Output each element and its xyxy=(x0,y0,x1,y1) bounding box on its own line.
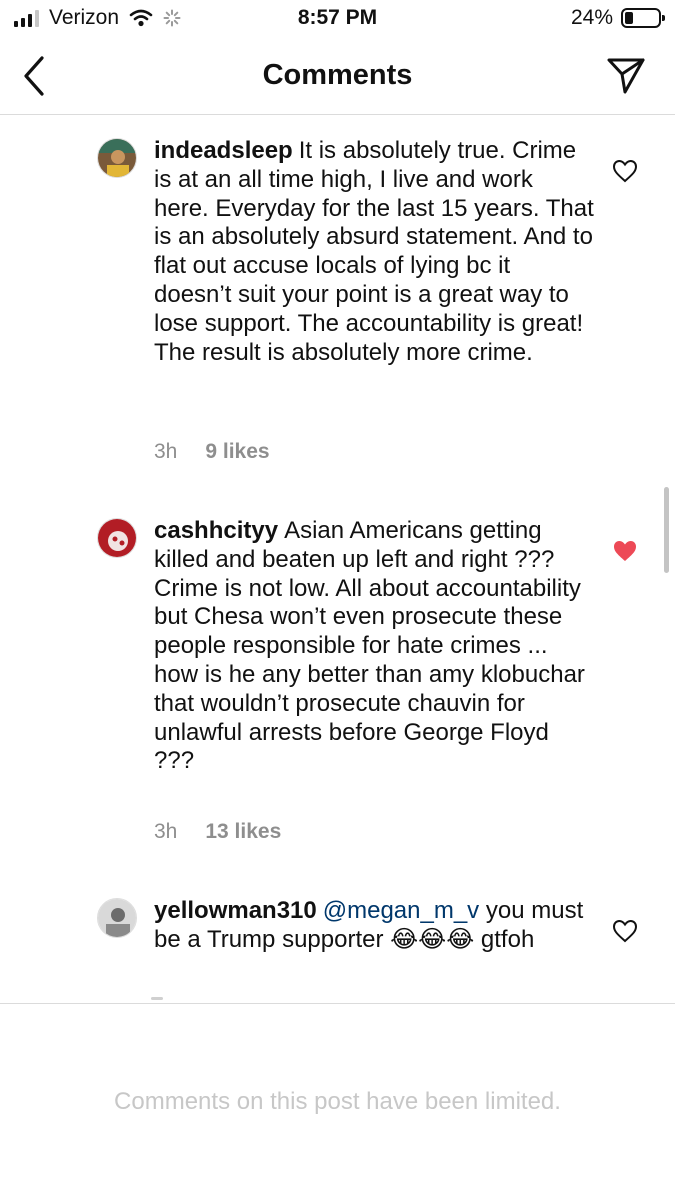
comment-text: indeadsleep It is absolutely true. Crime … xyxy=(154,137,594,367)
avatar-image xyxy=(98,899,136,937)
truncated-meta xyxy=(151,997,163,1000)
comment-body: Asian Americans getting killed and beate… xyxy=(154,517,585,775)
avatar-image xyxy=(98,139,136,177)
comment-text: yellowman310 @megan_m_v you must be a Tru… xyxy=(154,897,594,955)
comments-limited-footer: Comments on this post have been limited. xyxy=(0,1003,675,1201)
chevron-left-icon xyxy=(24,56,44,96)
comment-time: 3h xyxy=(154,440,178,463)
avatar[interactable] xyxy=(97,138,137,178)
comment-mention[interactable]: @megan_m_v xyxy=(323,897,479,924)
avatar-image xyxy=(98,519,136,557)
comment-time: 3h xyxy=(154,820,178,843)
comment-username[interactable]: cashhcityy xyxy=(154,517,278,544)
paper-plane-icon xyxy=(607,58,645,94)
status-right: 24% xyxy=(570,6,665,30)
comments-list[interactable]: indeadsleep It is absolutely true. Crime … xyxy=(0,115,675,1003)
battery-icon xyxy=(621,8,665,28)
comment-likes[interactable]: 9 likes xyxy=(205,440,269,464)
battery-fill xyxy=(625,12,633,24)
comments-limited-message: Comments on this post have been limited. xyxy=(114,1088,561,1115)
comment-username[interactable]: yellowman310 xyxy=(154,897,317,924)
like-button[interactable] xyxy=(612,919,638,943)
scrollbar[interactable] xyxy=(664,487,669,573)
heart-filled-icon xyxy=(614,541,636,561)
comment-text: cashhcityy Asian Americans getting killed… xyxy=(154,517,594,776)
page-title: Comments xyxy=(262,59,413,91)
share-button[interactable] xyxy=(603,54,649,98)
status-bar: Verizon 8:57 PM 24% xyxy=(0,0,675,38)
comments-header: Comments xyxy=(0,42,675,115)
like-button[interactable] xyxy=(612,539,638,563)
comment-username[interactable]: indeadsleep xyxy=(154,137,293,164)
comment-body: It is absolutely true. Crime is at an al… xyxy=(154,137,594,366)
comment-meta: 3h 9 likes xyxy=(154,440,270,464)
back-button[interactable] xyxy=(14,52,58,100)
avatar[interactable] xyxy=(97,518,137,558)
comment-meta: 3h 13 likes xyxy=(154,820,281,844)
battery-percent: 24% xyxy=(570,6,613,29)
heart-outline-icon xyxy=(612,159,638,183)
heart-outline-icon xyxy=(612,919,638,943)
like-button[interactable] xyxy=(612,159,638,183)
avatar[interactable] xyxy=(97,898,137,938)
comment-likes[interactable]: 13 likes xyxy=(205,820,281,844)
